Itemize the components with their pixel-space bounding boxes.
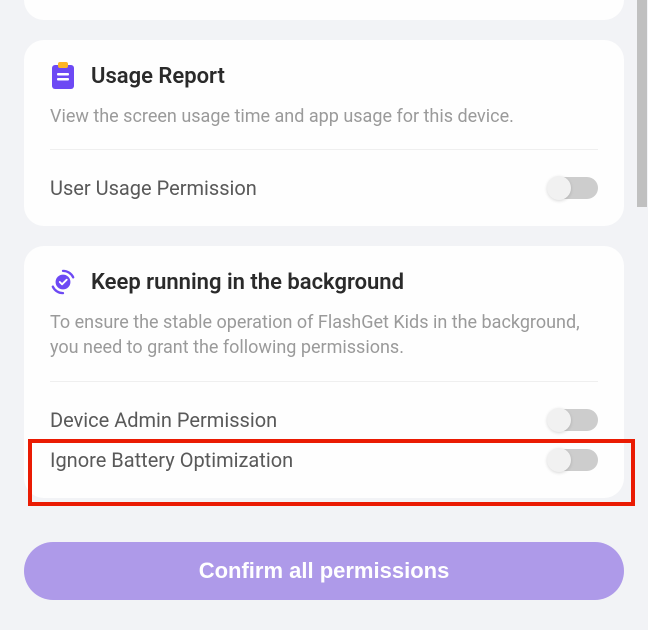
permission-row-user-usage: User Usage Permission: [50, 168, 598, 208]
previous-card-bottom: [24, 0, 624, 20]
divider: [50, 381, 598, 382]
usage-report-card: Usage Report View the screen usage time …: [24, 40, 624, 226]
card-header: Usage Report: [50, 62, 598, 90]
card-title: Keep running in the background: [91, 270, 404, 295]
permission-row-device-admin: Device Admin Permission: [50, 400, 598, 440]
shield-check-icon: [50, 268, 76, 296]
background-running-card: Keep running in the background To ensure…: [24, 246, 624, 497]
scrollbar[interactable]: [637, 0, 647, 207]
permissions-container: Usage Report View the screen usage time …: [0, 0, 648, 630]
toggle-device-admin[interactable]: [548, 409, 598, 431]
toggle-battery-optimization[interactable]: [548, 449, 598, 471]
permission-label: Device Admin Permission: [50, 408, 277, 432]
permission-row-battery-optimization: Ignore Battery Optimization: [50, 440, 598, 480]
permission-label: Ignore Battery Optimization: [50, 448, 293, 472]
confirm-all-button[interactable]: Confirm all permissions: [24, 542, 624, 600]
card-header: Keep running in the background: [50, 268, 598, 296]
toggle-knob: [547, 448, 571, 472]
permission-label: User Usage Permission: [50, 176, 257, 200]
card-description: View the screen usage time and app usage…: [50, 104, 598, 129]
card-title: Usage Report: [91, 64, 225, 89]
toggle-knob: [547, 408, 571, 432]
clipboard-icon: [50, 62, 76, 90]
divider: [50, 149, 598, 150]
confirm-button-label: Confirm all permissions: [199, 558, 450, 584]
card-description: To ensure the stable operation of FlashG…: [50, 310, 598, 360]
toggle-user-usage[interactable]: [548, 177, 598, 199]
toggle-knob: [547, 176, 571, 200]
